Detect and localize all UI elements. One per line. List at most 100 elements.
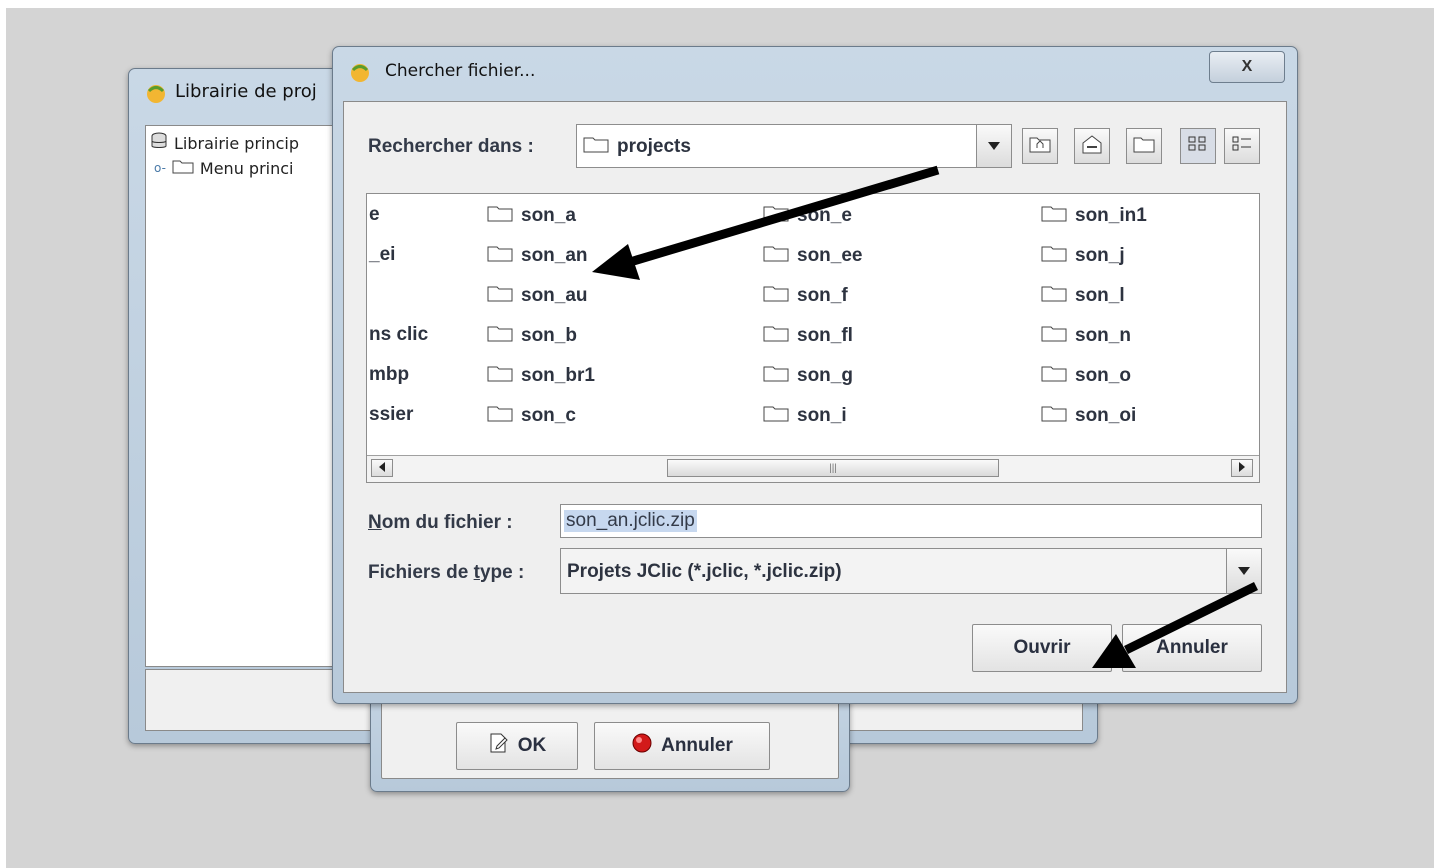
list-item[interactable]: son_f: [763, 284, 848, 308]
cancel-button[interactable]: Annuler: [594, 722, 770, 770]
chevron-right-icon: [1239, 459, 1245, 477]
scroll-grip: |||: [829, 462, 837, 474]
folder-icon: [763, 244, 789, 268]
look-in-value: projects: [617, 136, 691, 157]
look-in-dropdown-arrow[interactable]: [976, 124, 1012, 168]
folder-icon: [487, 324, 513, 348]
list-item[interactable]: son_g: [763, 364, 853, 388]
list-item-label: son_j: [1075, 245, 1125, 266]
stop-icon: [631, 732, 653, 760]
list-item[interactable]: son_a: [487, 204, 576, 228]
list-item[interactable]: son_au: [487, 284, 588, 308]
chooser-cancel-button[interactable]: Annuler: [1122, 624, 1262, 672]
list-item[interactable]: son_an: [487, 244, 588, 268]
tree-item-main-menu[interactable]: o- Menu princi: [154, 158, 293, 178]
folder-icon: [487, 244, 513, 268]
list-item-label: son_br1: [521, 365, 595, 386]
list-item[interactable]: son_j: [1041, 244, 1125, 268]
list-item[interactable]: son_l: [1041, 284, 1125, 308]
filetype-label: Fichiers de type :: [368, 562, 524, 584]
folder-icon: [763, 404, 789, 428]
list-item-label: son_e: [797, 205, 852, 226]
edit-doc-icon: [488, 732, 510, 760]
list-item-label: mbp: [369, 364, 410, 385]
scroll-left-button[interactable]: [371, 459, 393, 477]
file-list[interactable]: e _ei ns clic mbp ssier son_a son_an son…: [366, 193, 1260, 483]
filename-value: son_an.jclic.zip: [564, 510, 697, 532]
list-item-label: son_a: [521, 205, 576, 226]
chevron-down-icon: [988, 137, 1000, 155]
list-item-label: son_f: [797, 285, 848, 306]
tree-item-label: Librairie princip: [174, 133, 300, 153]
scroll-right-button[interactable]: [1231, 459, 1253, 477]
list-item-label: son_au: [521, 285, 588, 306]
list-item[interactable]: son_c: [487, 404, 576, 428]
list-item[interactable]: son_br1: [487, 364, 595, 388]
details-view-icon: [1231, 134, 1253, 159]
list-item-label: son_l: [1075, 285, 1125, 306]
new-folder-icon: [1133, 135, 1155, 158]
list-item-label: son_b: [521, 325, 577, 346]
filetype-combo[interactable]: Projets JClic (*.jclic, *.jclic.zip): [560, 548, 1262, 594]
home-button[interactable]: [1074, 128, 1110, 164]
close-button[interactable]: X: [1209, 51, 1285, 83]
list-item-label: ssier: [369, 404, 414, 425]
list-item[interactable]: son_fl: [763, 324, 853, 348]
list-item-label: son_in1: [1075, 205, 1147, 226]
list-item[interactable]: son_b: [487, 324, 577, 348]
ok-label: OK: [517, 735, 547, 756]
list-item-label: son_ee: [797, 245, 863, 266]
folder-icon: [1041, 324, 1067, 348]
ok-button[interactable]: OK: [456, 722, 578, 770]
list-item[interactable]: son_ee: [763, 244, 862, 268]
list-view-button[interactable]: [1180, 128, 1216, 164]
tree-item-label: Menu princi: [199, 158, 294, 178]
list-item-label: son_o: [1075, 365, 1131, 386]
list-item[interactable]: son_i: [763, 404, 847, 428]
open-button[interactable]: Ouvrir: [972, 624, 1112, 672]
jclic-app-icon: [349, 61, 371, 88]
chooser-title: Chercher fichier...: [385, 61, 536, 81]
tree-item-main-library[interactable]: Librairie princip: [150, 132, 299, 154]
list-item[interactable]: son_oi: [1041, 404, 1136, 428]
list-item[interactable]: ssier: [369, 404, 413, 426]
new-folder-button[interactable]: [1126, 128, 1162, 164]
filetype-dropdown-arrow[interactable]: [1226, 548, 1262, 594]
list-item[interactable]: _ei: [369, 244, 395, 266]
up-folder-button[interactable]: [1022, 128, 1058, 164]
folder-icon: [487, 204, 513, 228]
horizontal-scrollbar[interactable]: |||: [367, 455, 1259, 482]
list-item-label: son_n: [1075, 325, 1131, 346]
look-in-label: Rechercher dans :: [368, 136, 534, 157]
list-item-label: son_oi: [1075, 405, 1137, 426]
folder-icon: [1041, 364, 1067, 388]
chevron-down-icon: [1238, 562, 1250, 580]
folder-icon: [487, 404, 513, 428]
chevron-left-icon: [379, 459, 385, 477]
folder-icon: [763, 364, 789, 388]
folder-icon: [172, 158, 194, 178]
list-item-label: ns clic: [369, 324, 429, 345]
close-icon: X: [1241, 58, 1253, 75]
list-item[interactable]: ns clic: [369, 324, 428, 346]
list-item[interactable]: son_n: [1041, 324, 1131, 348]
filetype-label-pre: Fichiers de: [368, 562, 474, 583]
filename-label-text: om du fichier :: [381, 512, 513, 533]
list-item[interactable]: son_e: [763, 204, 852, 228]
tree-handle-icon[interactable]: o-: [154, 161, 166, 175]
list-item[interactable]: son_o: [1041, 364, 1131, 388]
scroll-thumb[interactable]: |||: [667, 459, 999, 477]
details-view-button[interactable]: [1224, 128, 1260, 164]
folder-icon: [487, 284, 513, 308]
folder-icon: [487, 364, 513, 388]
folder-icon: [1041, 404, 1067, 428]
list-item[interactable]: e: [369, 204, 380, 226]
list-item[interactable]: mbp: [369, 364, 409, 386]
look-in-combo[interactable]: projects: [576, 124, 1012, 168]
library-window-title: Librairie de proj: [175, 81, 317, 102]
list-item[interactable]: son_in1: [1041, 204, 1147, 228]
filename-input[interactable]: son_an.jclic.zip: [560, 504, 1262, 538]
list-item-label: _ei: [369, 244, 396, 265]
jclic-app-icon: [145, 82, 167, 109]
cancel-label: Annuler: [661, 735, 733, 756]
